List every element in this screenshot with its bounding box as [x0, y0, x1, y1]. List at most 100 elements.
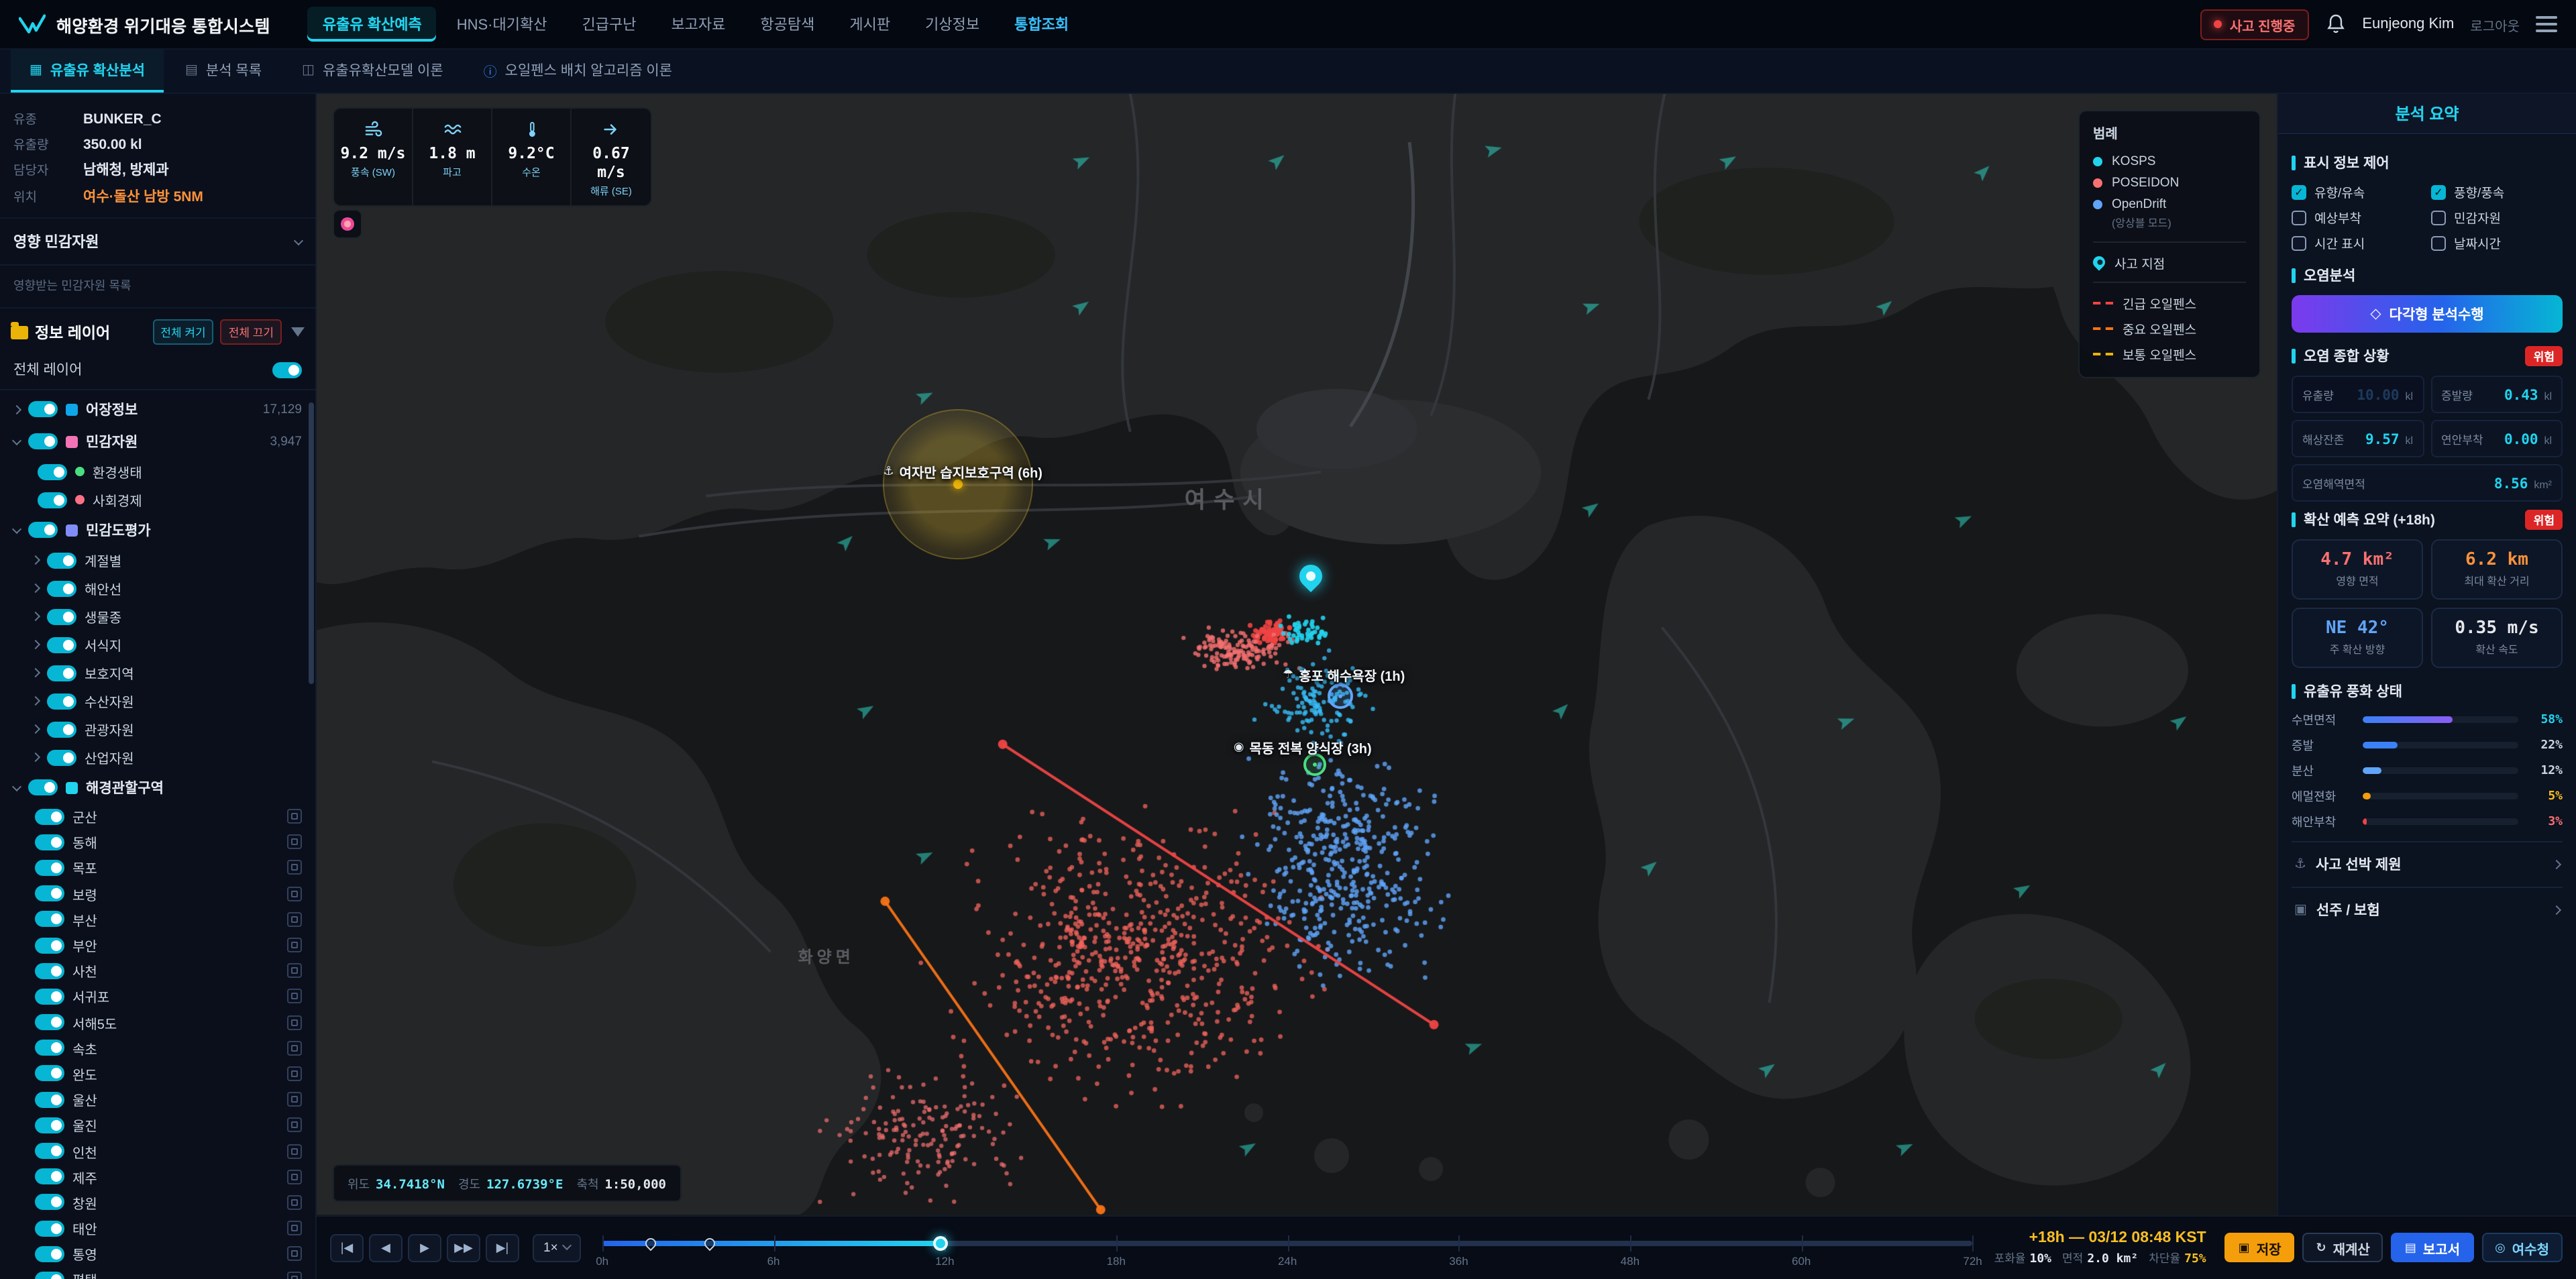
beach-marker[interactable]: [1327, 684, 1352, 710]
display-option-예상부착[interactable]: 예상부착: [2292, 208, 2423, 227]
layer-toggle[interactable]: [28, 779, 58, 795]
layer-toggle[interactable]: [35, 1194, 64, 1211]
station-row-보령[interactable]: 보령: [0, 881, 315, 906]
station-locate-button[interactable]: [287, 1015, 302, 1030]
station-row-부안[interactable]: 부안: [0, 932, 315, 958]
layer-toggle[interactable]: [35, 1143, 64, 1159]
display-option-풍향/풍속[interactable]: ✓풍향/풍속: [2431, 182, 2563, 201]
menu-item-유출유 확산예측[interactable]: 유출유 확산예측: [308, 7, 437, 42]
layer-toggle[interactable]: [28, 433, 58, 449]
layer-item-사회경제[interactable]: 사회경제: [0, 486, 315, 514]
layer-toggle[interactable]: [38, 492, 67, 508]
station-row-부산[interactable]: 부산: [0, 907, 315, 932]
layer-item-관광자원[interactable]: 관광자원: [0, 715, 315, 743]
sidebar-scrollbar[interactable]: [309, 402, 314, 684]
layer-item-서식지[interactable]: 서식지: [0, 630, 315, 659]
display-option-시간 표시[interactable]: 시간 표시: [2292, 233, 2423, 252]
station-row-인천[interactable]: 인천: [0, 1138, 315, 1164]
menu-item-긴급구난[interactable]: 긴급구난: [567, 7, 651, 42]
station-locate-button[interactable]: [287, 886, 302, 901]
map[interactable]: 여수시화양면 ⚓ 여자만 습지보호구역 (6h) ☂ 홍포 해수욕장 (1h): [317, 94, 2277, 1215]
layer-item-계절별[interactable]: 계절별: [0, 546, 315, 574]
filter-icon[interactable]: [291, 327, 305, 337]
layer-toggle[interactable]: [35, 808, 64, 824]
master-layer-toggle[interactable]: [272, 362, 302, 378]
layer-toggle[interactable]: [47, 608, 76, 624]
layer-item-수산자원[interactable]: 수산자원: [0, 687, 315, 715]
station-row-동해[interactable]: 동해: [0, 829, 315, 854]
station-locate-button[interactable]: [287, 1195, 302, 1210]
layer-group-해경관할구역[interactable]: 해경관할구역: [0, 771, 315, 803]
station-locate-button[interactable]: [287, 912, 302, 927]
logout-button[interactable]: 로그아웃: [2470, 14, 2520, 34]
station-row-통영[interactable]: 통영: [0, 1241, 315, 1266]
layer-toggle[interactable]: [28, 522, 58, 538]
tab-유출유 확산분석[interactable]: ▦유출유 확산분석: [11, 50, 164, 93]
layer-toggle[interactable]: [47, 636, 76, 653]
station-row-평택[interactable]: 평택: [0, 1267, 315, 1279]
menu-item-항공탐색[interactable]: 항공탐색: [745, 7, 829, 42]
layer-toggle[interactable]: [35, 1168, 64, 1184]
layer-group-어장정보[interactable]: 어장정보17,129: [0, 393, 315, 425]
station-row-사천[interactable]: 사천: [0, 958, 315, 983]
layer-toggle[interactable]: [35, 962, 64, 979]
station-row-목포[interactable]: 목포: [0, 855, 315, 881]
station-locate-button[interactable]: [287, 989, 302, 1004]
layer-toggle[interactable]: [47, 552, 76, 568]
layer-toggle[interactable]: [47, 665, 76, 681]
보고서-button[interactable]: ▤보고서: [2392, 1233, 2473, 1262]
layer-toggle[interactable]: [35, 1066, 64, 1082]
station-row-창원[interactable]: 창원: [0, 1190, 315, 1215]
station-locate-button[interactable]: [287, 860, 302, 875]
all-layers-off-button[interactable]: 전체 끄기: [221, 319, 282, 345]
재계산-button[interactable]: ↻재계산: [2303, 1233, 2383, 1262]
timeline-track[interactable]: 0h6h12h18h24h36h48h60h72h: [602, 1225, 1973, 1270]
station-locate-button[interactable]: [287, 1118, 302, 1133]
layer-toggle[interactable]: [35, 1272, 64, 1279]
layer-toggle[interactable]: [35, 1040, 64, 1056]
station-locate-button[interactable]: [287, 835, 302, 850]
station-locate-button[interactable]: [287, 1272, 302, 1279]
impact-section-header[interactable]: 영향 민감자원: [0, 219, 315, 266]
speed-selector[interactable]: 1×: [533, 1233, 581, 1262]
station-locate-button[interactable]: [287, 1247, 302, 1262]
fence-deploy-marker[interactable]: [643, 1235, 658, 1251]
layer-toggle[interactable]: [35, 1014, 64, 1030]
layer-toggle[interactable]: [28, 401, 58, 417]
all-layers-on-button[interactable]: 전체 켜기: [152, 319, 213, 345]
hamburger-menu-icon[interactable]: [2536, 16, 2557, 32]
station-locate-button[interactable]: [287, 1066, 302, 1081]
layer-toggle[interactable]: [47, 580, 76, 596]
layer-toggle[interactable]: [35, 1246, 64, 1262]
sensitive-resource-toggle[interactable]: [333, 209, 362, 239]
layer-toggle[interactable]: [35, 911, 64, 928]
station-locate-button[interactable]: [287, 1041, 302, 1056]
playback-skip-start-button[interactable]: |◀: [330, 1233, 364, 1262]
station-row-제주[interactable]: 제주: [0, 1164, 315, 1189]
notification-bell-icon[interactable]: [2324, 13, 2346, 35]
layer-group-민감도평가[interactable]: 민감도평가: [0, 514, 315, 546]
display-option-유향/유속[interactable]: ✓유향/유속: [2292, 182, 2423, 201]
playback-skip-end-button[interactable]: ▶|: [486, 1233, 519, 1262]
menu-item-HNS·대기확산[interactable]: HNS·대기확산: [442, 7, 562, 42]
vessel-spec-section[interactable]: ⚓ 사고 선박 제원: [2292, 841, 2563, 887]
menu-item-보고자료[interactable]: 보고자료: [656, 7, 740, 42]
owner-insurance-section[interactable]: ▣ 선주 / 보험: [2292, 887, 2563, 932]
layer-group-민감자원[interactable]: 민감자원3,947: [0, 425, 315, 457]
layer-toggle[interactable]: [38, 463, 67, 480]
tab-유출유확산모델 이론[interactable]: ◫유출유확산모델 이론: [283, 50, 462, 93]
station-locate-button[interactable]: [287, 1144, 302, 1158]
fence-deploy-marker[interactable]: [702, 1235, 717, 1251]
display-option-날짜시간[interactable]: 날짜시간: [2431, 233, 2563, 252]
tab-오일펜스 배치 알고리즘 이론[interactable]: ⓘ오일펜스 배치 알고리즘 이론: [465, 50, 691, 93]
station-row-속초[interactable]: 속초: [0, 1035, 315, 1060]
station-row-울산[interactable]: 울산: [0, 1087, 315, 1112]
user-name[interactable]: Eunjeong Kim: [2362, 16, 2454, 32]
station-locate-button[interactable]: [287, 938, 302, 952]
station-row-울진[interactable]: 울진: [0, 1113, 315, 1138]
layer-toggle[interactable]: [35, 989, 64, 1005]
polygon-analysis-button[interactable]: ◇ 다각형 분석수행: [2292, 295, 2563, 333]
layer-item-생물종[interactable]: 생물종: [0, 602, 315, 630]
layer-toggle[interactable]: [47, 721, 76, 737]
playback-step-back-button[interactable]: ◀: [369, 1233, 402, 1262]
